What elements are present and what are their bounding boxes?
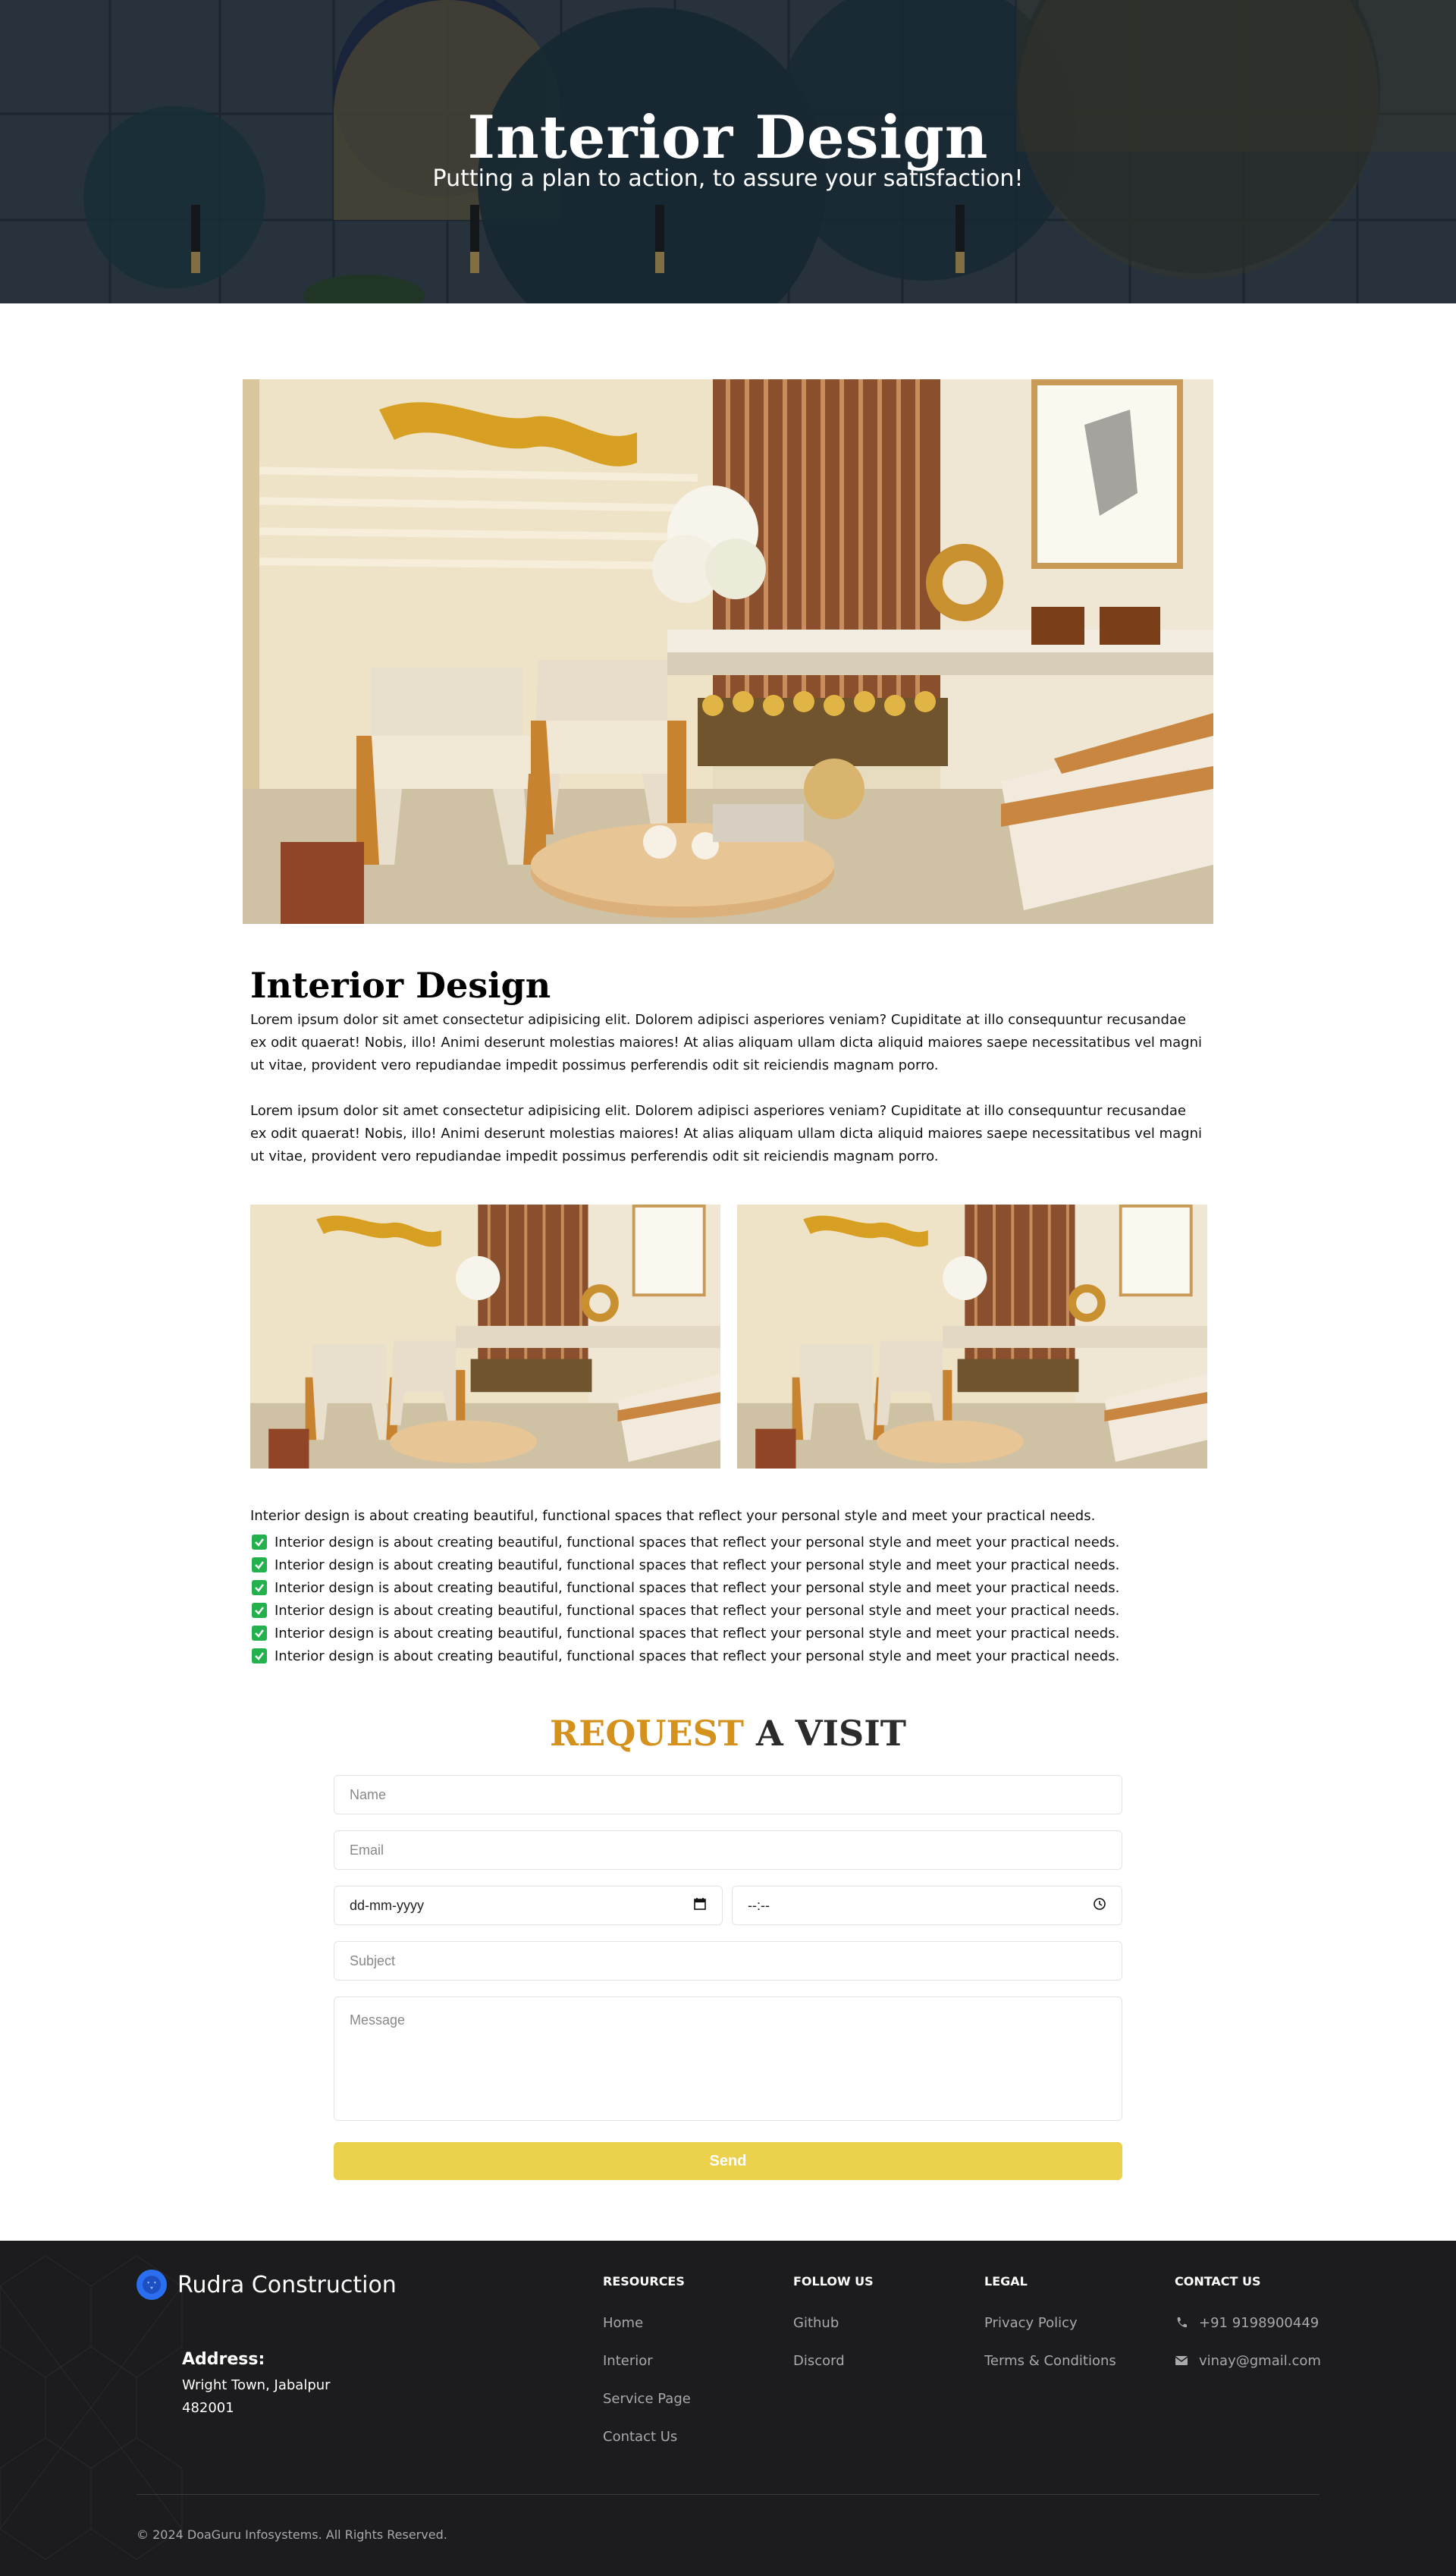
calendar-icon[interactable] xyxy=(693,1897,707,1915)
footer-link-service-page[interactable]: Service Page xyxy=(603,2380,691,2417)
checklist-item: Interior design is about creating beauti… xyxy=(252,1576,1119,1599)
time-input[interactable]: --:-- xyxy=(732,1886,1122,1925)
site-footer: Rudra Construction Address: Wright Town,… xyxy=(0,2241,1456,2576)
checkbox-checked-icon xyxy=(252,1626,267,1641)
date-input[interactable]: dd-mm-yyyy xyxy=(334,1886,723,1925)
interior-thumbnail-photo xyxy=(737,1205,1207,1469)
footer-column-resources: RESOURCES Home Interior Service Page Con… xyxy=(603,2274,691,2463)
footer-link-privacy-policy[interactable]: Privacy Policy xyxy=(984,2304,1116,2342)
hero-subtitle: Putting a plan to action, to assure your… xyxy=(432,165,1024,192)
interior-main-photo xyxy=(243,379,1213,924)
email-input[interactable]: Email xyxy=(334,1830,1122,1870)
copyright-text: © 2024 DoaGuru Infosystems. All Rights R… xyxy=(136,2527,447,2542)
brand-name: Rudra Construction xyxy=(177,2271,397,2298)
footer-column-follow-us: FOLLOW US Github Discord xyxy=(793,2274,874,2387)
article-paragraph-2: Lorem ipsum dolor sit amet consectetur a… xyxy=(250,1103,1203,1164)
address-line-2: 482001 xyxy=(182,2400,234,2416)
subject-input[interactable]: Subject xyxy=(334,1941,1122,1981)
footer-link-github[interactable]: Github xyxy=(793,2304,874,2342)
clock-icon[interactable] xyxy=(1093,1897,1106,1915)
footer-email-link[interactable]: vinay@gmail.com xyxy=(1175,2342,1321,2380)
footer-column-title: FOLLOW US xyxy=(793,2274,874,2289)
footer-link-contact-us[interactable]: Contact Us xyxy=(603,2417,691,2455)
checklist-item: Interior design is about creating beauti… xyxy=(252,1645,1119,1667)
footer-link-discord[interactable]: Discord xyxy=(793,2342,874,2380)
footer-column-title: CONTACT US xyxy=(1175,2274,1261,2289)
checklist-item: Interior design is about creating beauti… xyxy=(252,1553,1119,1576)
checkbox-checked-icon xyxy=(252,1603,267,1618)
address-line-1: Wright Town, Jabalpur xyxy=(182,2377,331,2393)
request-visit-title-accent: REQUEST xyxy=(550,1713,745,1754)
request-visit-title-rest: A VISIT xyxy=(744,1713,906,1754)
hero-title: Interior Design xyxy=(467,103,989,172)
info-intro-text: Interior design is about creating beauti… xyxy=(250,1508,1096,1524)
phone-icon xyxy=(1175,2316,1188,2329)
checklist-item: Interior design is about creating beauti… xyxy=(252,1622,1119,1645)
footer-column-contact-us: CONTACT US +91 9198900449 vinay@gmail.co… xyxy=(1175,2274,1321,2387)
interior-thumbnail-photo xyxy=(250,1205,720,1469)
footer-brand[interactable]: Rudra Construction xyxy=(136,2270,397,2300)
checklist-item: Interior design is about creating beauti… xyxy=(252,1599,1119,1622)
address-label: Address: xyxy=(182,2350,265,2369)
message-textarea[interactable]: Message xyxy=(334,1996,1122,2121)
footer-divider xyxy=(136,2494,1320,2495)
footer-link-home[interactable]: Home xyxy=(603,2304,691,2342)
name-input[interactable]: Name xyxy=(334,1775,1122,1814)
article-paragraph-1: Lorem ipsum dolor sit amet consectetur a… xyxy=(250,1012,1203,1073)
footer-link-terms[interactable]: Terms & Conditions xyxy=(984,2342,1116,2380)
send-button[interactable]: Send xyxy=(334,2142,1122,2180)
footer-column-title: LEGAL xyxy=(984,2274,1028,2289)
footer-column-legal: LEGAL Privacy Policy Terms & Conditions xyxy=(984,2274,1116,2387)
checkbox-checked-icon xyxy=(252,1557,267,1572)
footer-phone-link[interactable]: +91 9198900449 xyxy=(1175,2304,1321,2342)
checkbox-checked-icon xyxy=(252,1580,267,1595)
section-title: Interior Design xyxy=(250,965,551,1006)
footer-column-title: RESOURCES xyxy=(603,2274,685,2289)
request-visit-title: REQUEST A VISIT xyxy=(0,1713,1456,1754)
hero-banner: Interior Design Putting a plan to action… xyxy=(0,0,1456,303)
brand-logo-icon xyxy=(136,2270,167,2300)
footer-link-interior[interactable]: Interior xyxy=(603,2342,691,2380)
feature-checklist: Interior design is about creating beauti… xyxy=(252,1531,1119,1667)
checklist-item: Interior design is about creating beauti… xyxy=(252,1531,1119,1553)
checkbox-checked-icon xyxy=(252,1648,267,1663)
mail-icon xyxy=(1175,2354,1188,2367)
checkbox-checked-icon xyxy=(252,1535,267,1550)
